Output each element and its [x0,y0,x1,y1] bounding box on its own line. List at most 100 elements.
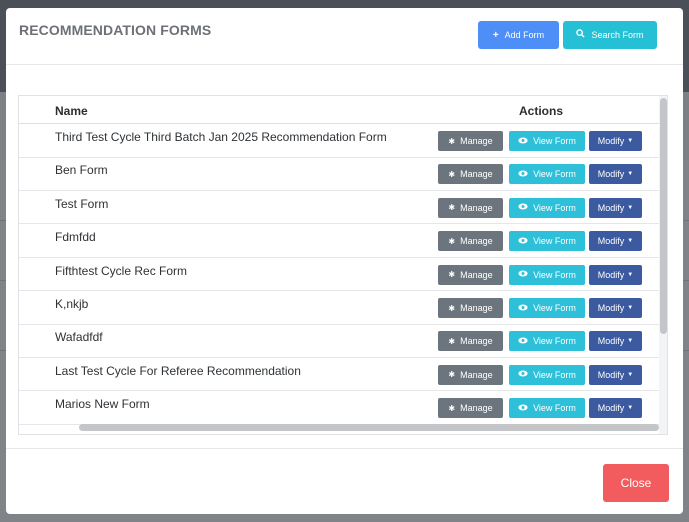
gear-icon: ✱ [448,169,456,179]
modify-label: Modify [597,169,625,180]
manage-button[interactable]: ✱ Manage [438,264,503,285]
search-icon [576,29,586,41]
modify-dropdown-button[interactable]: Modify ▼ [589,131,642,151]
eye-icon [518,203,528,212]
eye-icon [518,304,528,313]
manage-button[interactable]: ✱ Manage [438,231,503,252]
caret-down-icon: ▼ [627,305,634,311]
modify-dropdown-button[interactable]: Modify ▼ [589,264,642,285]
manage-label: Manage [460,269,493,280]
eye-icon [518,137,528,146]
add-form-button[interactable]: + Add Form [478,21,559,49]
column-header-name: Name [55,104,88,118]
view-form-label: View Form [533,136,576,146]
view-form-button[interactable]: View Form [509,131,585,151]
manage-label: Manage [460,403,493,414]
modify-label: Modify [597,236,625,247]
manage-label: Manage [460,336,493,347]
modify-label: Modify [597,369,625,380]
table-row: Wafadfdf ✱ Manage View Form Modify ▼ [19,324,659,358]
eye-icon [518,404,528,413]
gear-icon: ✱ [448,236,456,246]
modal-footer: Close [6,448,683,514]
modify-dropdown-button[interactable]: Modify ▼ [589,298,642,318]
manage-button[interactable]: ✱ Manage [438,298,503,318]
modify-dropdown-button[interactable]: Modify ▼ [589,197,642,218]
table-row: K,nkjb ✱ Manage View Form Modify ▼ [19,291,659,325]
table-row: Ben Form ✱ Manage View Form Modify ▼ [19,157,659,191]
view-form-label: View Form [533,403,576,414]
gear-icon: ✱ [448,270,456,280]
view-form-button[interactable]: View Form [509,364,585,385]
search-form-button[interactable]: Search Form [563,21,657,49]
view-form-label: View Form [533,202,576,213]
view-form-button[interactable]: View Form [509,331,585,352]
manage-button[interactable]: ✱ Manage [438,398,503,419]
view-form-label: View Form [533,303,576,313]
modify-dropdown-button[interactable]: Modify ▼ [589,164,642,185]
manage-label: Manage [460,236,493,247]
caret-down-icon: ▼ [627,338,634,345]
modify-label: Modify [597,303,625,313]
manage-button[interactable]: ✱ Manage [438,131,503,151]
form-name: Fifthtest Cycle Rec Form [55,263,188,278]
view-form-label: View Form [533,336,576,347]
horizontal-scrollbar-thumb[interactable] [79,424,659,431]
modify-dropdown-button[interactable]: Modify ▼ [589,398,642,419]
gear-icon: ✱ [448,303,456,313]
form-name: Third Test Cycle Third Batch Jan 2025 Re… [55,130,387,144]
view-form-button[interactable]: View Form [509,398,585,419]
modify-label: Modify [597,336,625,347]
view-form-button[interactable]: View Form [509,264,585,285]
table-row: Fifthtest Cycle Rec Form ✱ Manage View F… [19,258,659,292]
close-button[interactable]: Close [603,464,669,502]
manage-button[interactable]: ✱ Manage [438,364,503,385]
caret-down-icon: ▼ [627,371,634,378]
modify-dropdown-button[interactable]: Modify ▼ [589,331,642,352]
view-form-label: View Form [533,269,576,280]
vertical-scrollbar-thumb[interactable] [660,98,667,334]
modal-title: RECOMMENDATION FORMS [19,22,212,38]
caret-down-icon: ▼ [627,405,634,412]
table-header: Name Actions [19,96,659,124]
gear-icon: ✱ [448,370,456,380]
eye-icon [518,370,528,379]
manage-button[interactable]: ✱ Manage [438,164,503,185]
modify-label: Modify [597,403,625,414]
caret-down-icon: ▼ [627,238,634,245]
table-row: Marios New Form ✱ Manage View Form Modif… [19,391,659,425]
view-form-button[interactable]: View Form [509,164,585,185]
eye-icon [518,337,528,346]
form-name: Marios New Form [55,397,150,412]
table-row: Third Test Cycle Third Batch Jan 2025 Re… [19,124,659,158]
gear-icon: ✱ [448,203,456,213]
view-form-label: View Form [533,236,576,247]
manage-label: Manage [460,169,493,180]
eye-icon [518,237,528,246]
manage-button[interactable]: ✱ Manage [438,197,503,218]
modify-label: Modify [597,269,625,280]
modify-label: Modify [597,202,625,213]
form-name: Ben Form [55,163,108,178]
recommendation-forms-modal: RECOMMENDATION FORMS + Add Form Search F… [6,8,683,514]
search-form-label: Search Form [591,30,644,40]
modal-header: RECOMMENDATION FORMS + Add Form Search F… [6,8,683,65]
view-form-button[interactable]: View Form [509,231,585,252]
caret-down-icon: ▼ [627,204,634,211]
manage-label: Manage [460,136,493,146]
modify-dropdown-button[interactable]: Modify ▼ [589,231,642,252]
caret-down-icon: ▼ [627,271,634,278]
column-header-actions: Actions [519,104,564,118]
view-form-button[interactable]: View Form [509,197,585,218]
table-row: Test Form ✱ Manage View Form Modify ▼ [19,191,659,225]
modify-dropdown-button[interactable]: Modify ▼ [589,364,642,385]
manage-label: Manage [460,202,493,213]
view-form-button[interactable]: View Form [509,298,585,318]
table-row: Fdmfdd ✱ Manage View Form Modify ▼ [19,224,659,258]
manage-button[interactable]: ✱ Manage [438,331,503,352]
caret-down-icon: ▼ [627,138,634,144]
eye-icon [518,170,528,179]
table-row: Last Test Cycle For Referee Recommendati… [19,358,659,392]
form-name: Test Form [55,196,109,211]
form-name: Last Test Cycle For Referee Recommendati… [55,363,301,378]
